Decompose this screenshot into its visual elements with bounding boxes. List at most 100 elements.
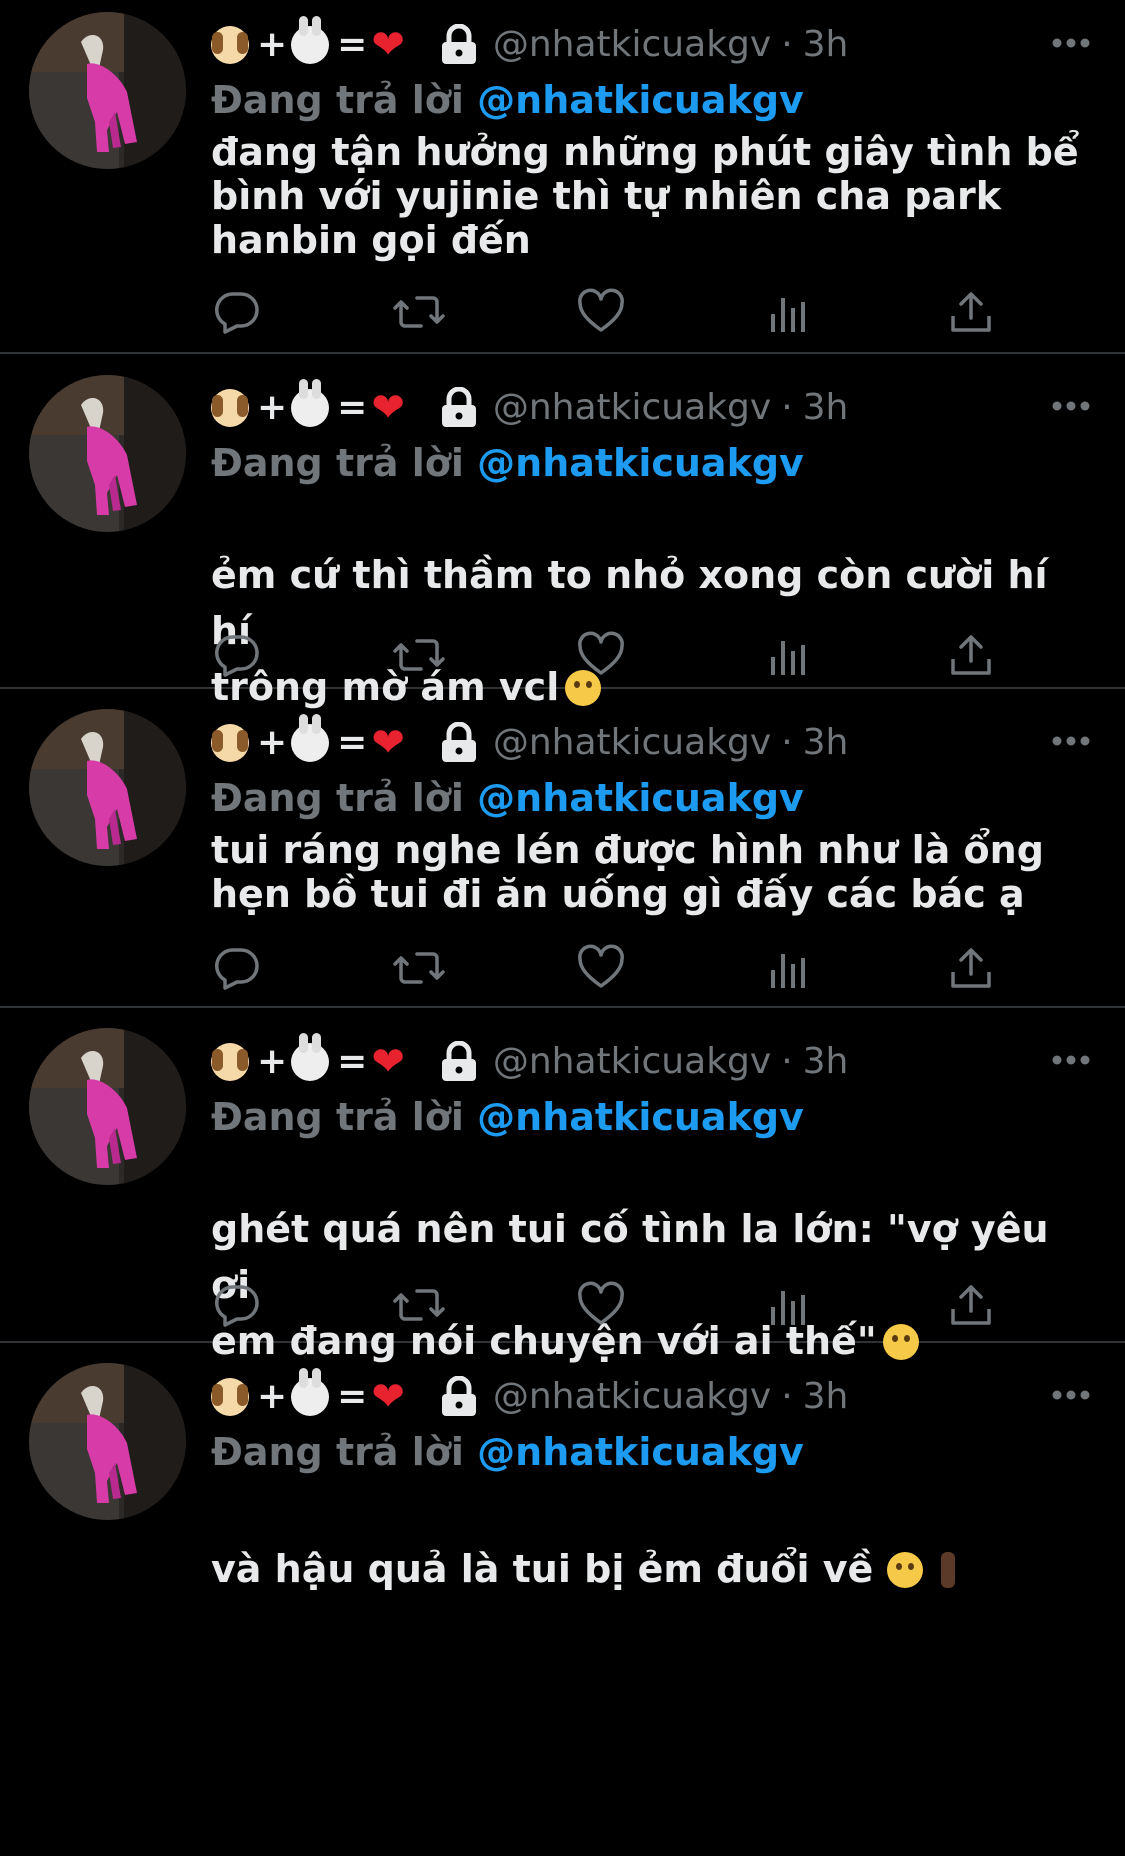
- reply-handle-link[interactable]: @nhatkicuakgv: [477, 441, 804, 485]
- red-heart-emoji: ❤: [371, 385, 405, 431]
- display-name[interactable]: + = ❤: [211, 714, 409, 770]
- timestamp[interactable]: 3h: [803, 1035, 849, 1089]
- tweet[interactable]: + = ❤ @nhatkicuakgv · 3h Đang trả lời @n…: [0, 689, 1125, 1008]
- separator-dot: ·: [781, 1041, 793, 1082]
- display-name[interactable]: + = ❤: [211, 16, 409, 72]
- reply-icon[interactable]: [213, 944, 261, 992]
- avatar[interactable]: [29, 375, 186, 532]
- more-options-icon[interactable]: [1051, 730, 1091, 752]
- reply-handle-link[interactable]: @nhatkicuakgv: [477, 1095, 804, 1139]
- reply-handle-link[interactable]: @nhatkicuakgv: [477, 78, 804, 122]
- display-name[interactable]: + = ❤: [211, 1368, 409, 1424]
- avatar[interactable]: [29, 12, 186, 169]
- tweet[interactable]: + = ❤ @nhatkicuakgv · 3h Đang trả lời @n…: [0, 354, 1125, 709]
- lock-icon: [439, 24, 479, 66]
- tweet-header: + = ❤ @nhatkicuakgv · 3h: [211, 16, 849, 72]
- tweet-header: + = ❤ @nhatkicuakgv · 3h: [211, 1033, 849, 1089]
- author-handle[interactable]: @nhatkicuakgv: [493, 18, 771, 72]
- like-icon[interactable]: [577, 1281, 625, 1329]
- avatar-image: [29, 1028, 186, 1185]
- middle-finger-emoji: [941, 1552, 956, 1588]
- rabbit-face-emoji: [291, 714, 330, 762]
- avatar[interactable]: [29, 709, 186, 866]
- avatar-image: [29, 1363, 186, 1520]
- avatar[interactable]: [29, 1028, 186, 1185]
- author-handle[interactable]: @nhatkicuakgv: [493, 381, 771, 435]
- replying-to: Đang trả lời @nhatkicuakgv: [211, 1095, 804, 1139]
- replying-to: Đang trả lời @nhatkicuakgv: [211, 78, 804, 122]
- lock-icon: [439, 1041, 479, 1083]
- retweet-icon[interactable]: [391, 631, 447, 679]
- retweet-icon[interactable]: [391, 944, 447, 992]
- reply-handle-link[interactable]: @nhatkicuakgv: [477, 776, 804, 820]
- more-options-icon[interactable]: [1051, 395, 1091, 417]
- tweet[interactable]: + = ❤ @nhatkicuakgv · 3h Đang trả lời @n…: [0, 0, 1125, 354]
- red-heart-emoji: ❤: [371, 1374, 405, 1420]
- timestamp[interactable]: 3h: [803, 381, 849, 435]
- separator-dot: ·: [781, 1376, 793, 1417]
- tweet[interactable]: + = ❤ @nhatkicuakgv · 3h Đang trả lời @n…: [0, 1008, 1125, 1363]
- separator-dot: ·: [781, 722, 793, 763]
- tweet-text: ghét quá nên tui cố tình la lớn: "vợ yêu…: [211, 1207, 1049, 1363]
- more-options-icon[interactable]: [1051, 1384, 1091, 1406]
- avatar-image: [29, 709, 186, 866]
- replying-to: Đang trả lời @nhatkicuakgv: [211, 776, 804, 820]
- more-options-icon[interactable]: [1051, 32, 1091, 54]
- separator-dot: ·: [781, 387, 793, 428]
- dog-face-emoji: [211, 1378, 249, 1416]
- views-icon[interactable]: [765, 631, 813, 679]
- views-icon[interactable]: [765, 1281, 813, 1329]
- tweet-actions: [211, 288, 1091, 336]
- timestamp[interactable]: 3h: [803, 18, 849, 72]
- replying-to: Đang trả lời @nhatkicuakgv: [211, 1430, 804, 1474]
- dog-face-emoji: [211, 724, 249, 762]
- tweet[interactable]: + = ❤ @nhatkicuakgv · 3h Đang trả lời @n…: [0, 1343, 1125, 1856]
- author-handle[interactable]: @nhatkicuakgv: [493, 1035, 771, 1089]
- author-handle[interactable]: @nhatkicuakgv: [493, 716, 771, 770]
- share-icon[interactable]: [947, 1281, 995, 1329]
- like-icon[interactable]: [577, 944, 625, 992]
- rabbit-face-emoji: [291, 16, 330, 64]
- dog-face-emoji: [211, 26, 249, 64]
- tweet-header: + = ❤ @nhatkicuakgv · 3h: [211, 1368, 849, 1424]
- display-name[interactable]: + = ❤: [211, 1033, 409, 1089]
- display-name[interactable]: + = ❤: [211, 379, 409, 435]
- star-struck-emoji: [887, 1552, 924, 1588]
- tweet-actions: [211, 1281, 1091, 1329]
- author-handle[interactable]: @nhatkicuakgv: [493, 1370, 771, 1424]
- tweet-text: và hậu quả là tui bị ẻm đuổi về: [211, 1485, 956, 1597]
- tweet-actions: [211, 631, 1091, 679]
- reply-icon[interactable]: [213, 288, 261, 336]
- more-options-icon[interactable]: [1051, 1049, 1091, 1071]
- timestamp[interactable]: 3h: [803, 1370, 849, 1424]
- retweet-icon[interactable]: [391, 288, 447, 336]
- tweet-text: ẻm cứ thì thầm to nhỏ xong còn cười hí h…: [211, 553, 1048, 709]
- red-heart-emoji: ❤: [371, 1039, 405, 1085]
- tweet-header: + = ❤ @nhatkicuakgv · 3h: [211, 379, 849, 435]
- tweet-text: tui ráng nghe lén được hình như là ổng h…: [211, 828, 1044, 916]
- reply-icon[interactable]: [213, 1281, 261, 1329]
- reply-handle-link[interactable]: @nhatkicuakgv: [477, 1430, 804, 1474]
- lock-icon: [439, 1376, 479, 1418]
- tweet-text: đang tận hưởng những phút giây tình bể b…: [211, 130, 1079, 262]
- separator-dot: ·: [781, 24, 793, 65]
- views-icon[interactable]: [765, 288, 813, 336]
- retweet-icon[interactable]: [391, 1281, 447, 1329]
- red-heart-emoji: ❤: [371, 720, 405, 766]
- avatar-image: [29, 375, 186, 532]
- rabbit-face-emoji: [291, 1033, 330, 1081]
- share-icon[interactable]: [947, 288, 995, 336]
- timestamp[interactable]: 3h: [803, 716, 849, 770]
- reply-icon[interactable]: [213, 631, 261, 679]
- rabbit-face-emoji: [291, 1368, 330, 1416]
- avatar-image: [29, 12, 186, 169]
- views-icon[interactable]: [765, 944, 813, 992]
- avatar[interactable]: [29, 1363, 186, 1520]
- dog-face-emoji: [211, 1043, 249, 1081]
- lock-icon: [439, 387, 479, 429]
- lock-icon: [439, 722, 479, 764]
- like-icon[interactable]: [577, 631, 625, 679]
- share-icon[interactable]: [947, 631, 995, 679]
- share-icon[interactable]: [947, 944, 995, 992]
- like-icon[interactable]: [577, 288, 625, 336]
